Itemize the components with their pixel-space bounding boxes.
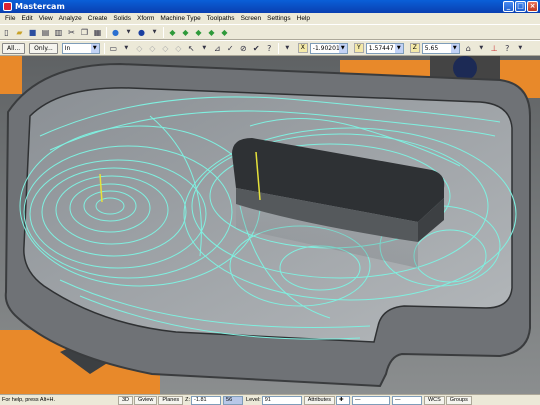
select-line-icon[interactable]: ⊘ — [238, 43, 249, 54]
z-coordinate-field[interactable]: 5.65 ▼ — [421, 42, 460, 54]
dropdown-arrow-icon[interactable]: ▼ — [282, 43, 293, 54]
solid-cube-icon[interactable]: ◆ — [193, 27, 204, 38]
sphere-shade-icon[interactable]: ● — [136, 27, 147, 38]
clamp-top-left — [0, 56, 22, 94]
toolbar-separator — [277, 42, 279, 54]
solid-cube-icon[interactable]: ◆ — [167, 27, 178, 38]
solid-cube-icon[interactable]: ◆ — [206, 27, 217, 38]
select-point-icon[interactable]: ⊿ — [212, 43, 223, 54]
gview-button[interactable]: Gview — [134, 395, 158, 405]
graphics-viewport[interactable] — [0, 56, 540, 394]
minimize-button[interactable]: _ — [503, 1, 514, 12]
groups-button[interactable]: Groups — [445, 395, 472, 405]
select-vector-icon[interactable]: ✓ — [225, 43, 236, 54]
paste-icon[interactable]: ▦ — [92, 27, 103, 38]
toolbar-separator — [163, 26, 164, 38]
open-folder-icon[interactable]: ▰ — [14, 27, 25, 38]
x-coordinate-label: X — [297, 43, 308, 53]
selection-box-icon[interactable]: ▭ — [108, 43, 119, 54]
copy-icon[interactable]: ❐ — [79, 27, 90, 38]
point-style-select[interactable]: ✚ — [335, 395, 350, 405]
select-cube-icon[interactable]: ◇ — [147, 43, 158, 54]
maximize-button[interactable]: □ — [515, 1, 526, 12]
y-coordinate-value: 1.57447 — [368, 44, 394, 52]
cut-icon[interactable]: ✂ — [66, 27, 77, 38]
color-field[interactable]: 56 — [223, 395, 244, 405]
save-icon[interactable]: ■ — [27, 27, 38, 38]
line-width-select[interactable]: — — [391, 395, 422, 405]
globe-view-icon[interactable]: ● — [110, 27, 121, 38]
dropdown-arrow-icon[interactable]: ▼ — [123, 27, 134, 38]
dropdown-arrow-icon[interactable]: ▼ — [199, 43, 210, 54]
menu-create[interactable]: Create — [85, 15, 111, 22]
y-coordinate-field[interactable]: 1.57447 ▼ — [365, 42, 404, 54]
dropdown-arrow-icon: ▼ — [338, 43, 347, 53]
toolbar-separator — [106, 26, 107, 38]
view-3d-button[interactable]: 3D — [118, 395, 134, 405]
close-button[interactable]: × — [527, 1, 538, 12]
menu-toolpaths[interactable]: Toolpaths — [204, 15, 238, 22]
select-only-button[interactable]: Only... — [29, 42, 58, 54]
z-depth-field[interactable]: -1.81 — [191, 395, 222, 405]
select-cube-icon[interactable]: ◇ — [173, 43, 184, 54]
lock-icon[interactable]: ⌂ — [463, 43, 474, 54]
selection-toolbar: All... Only... In ▼ ▭ ▼ ◇ ◇ ◇ ◇ ↖ ▼ ⊿ ✓ … — [0, 40, 540, 56]
print-icon[interactable]: ▤ — [40, 27, 51, 38]
model-view — [0, 56, 540, 394]
dropdown-arrow-icon: ▼ — [394, 43, 403, 53]
units-value: In — [64, 44, 71, 52]
main-toolbar: ▯ ▰ ■ ▤ ▥ ✂ ❐ ▦ ● ▼ ● ▼ ◆ ◆ ◆ ◆ ◆ — [0, 24, 540, 40]
select-cube-icon[interactable]: ◇ — [160, 43, 171, 54]
status-bar: For help, press Alt+H. 3D Gview Planes Z… — [0, 394, 540, 405]
new-file-icon[interactable]: ▯ — [1, 27, 12, 38]
y-coordinate-label: Y — [353, 43, 364, 53]
level-field[interactable]: 91 — [261, 395, 302, 405]
line-style-select[interactable]: — — [351, 395, 390, 405]
menu-machine-type[interactable]: Machine Type — [157, 15, 203, 22]
solid-cube-icon[interactable]: ◆ — [180, 27, 191, 38]
help-cursor-icon[interactable]: ? — [502, 43, 513, 54]
z-depth-label: Z: — [185, 397, 191, 403]
planes-button[interactable]: Planes — [158, 395, 184, 405]
menu-bar: File Edit View Analyze Create Solids Xfo… — [0, 13, 540, 24]
select-cube-icon[interactable]: ◇ — [134, 43, 145, 54]
dropdown-arrow-icon[interactable]: ▼ — [476, 43, 487, 54]
z-coordinate-label: Z — [409, 43, 420, 53]
menu-edit[interactable]: Edit — [18, 15, 35, 22]
wcs-button[interactable]: WCS — [423, 395, 445, 405]
menu-help[interactable]: Help — [294, 15, 313, 22]
solid-cube-icon[interactable]: ◆ — [219, 27, 230, 38]
dropdown-arrow-icon[interactable]: ▼ — [121, 43, 132, 54]
help-cursor-icon[interactable]: ? — [264, 43, 275, 54]
select-check-icon[interactable]: ✔ — [251, 43, 262, 54]
x-coordinate-value: -1.90201 — [312, 44, 340, 52]
menu-settings[interactable]: Settings — [264, 15, 294, 22]
print-preview-icon[interactable]: ▥ — [53, 27, 64, 38]
dropdown-arrow-icon: ▼ — [90, 43, 99, 53]
fast-point-icon[interactable]: ⊥ — [489, 43, 500, 54]
cursor-arrow-icon[interactable]: ↖ — [186, 43, 197, 54]
dropdown-arrow-icon[interactable]: ▼ — [515, 43, 526, 54]
menu-xform[interactable]: Xform — [134, 15, 157, 22]
menu-analyze[interactable]: Analyze — [56, 15, 85, 22]
menu-view[interactable]: View — [36, 15, 56, 22]
z-coordinate-value: 5.65 — [424, 44, 439, 52]
select-all-button[interactable]: All... — [2, 42, 26, 54]
attributes-button[interactable]: Attributes — [303, 395, 335, 405]
status-help-text: For help, press Alt+H. — [2, 397, 56, 403]
title-bar: Mastercam _ □ × — [0, 0, 540, 13]
menu-solids[interactable]: Solids — [110, 15, 134, 22]
dropdown-arrow-icon[interactable]: ▼ — [149, 27, 160, 38]
menu-file[interactable]: File — [2, 15, 18, 22]
menu-screen[interactable]: Screen — [238, 15, 265, 22]
window-title: Mastercam — [15, 2, 65, 11]
x-coordinate-field[interactable]: -1.90201 ▼ — [309, 42, 348, 54]
level-label: Level: — [246, 397, 261, 403]
mastercam-logo-icon — [3, 2, 12, 11]
dropdown-arrow-icon: ▼ — [450, 43, 459, 53]
units-select[interactable]: In ▼ — [61, 42, 100, 54]
toolbar-separator — [103, 42, 105, 54]
